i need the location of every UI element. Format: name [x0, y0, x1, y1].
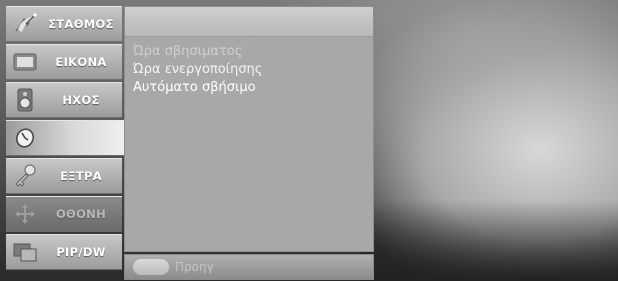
menu-item-label: ΕΞΤΡΑ	[60, 169, 102, 183]
menu-item-screen[interactable]: ΟΘΟΝΗ	[6, 196, 122, 232]
screen-icon	[10, 48, 40, 76]
menu-item-time[interactable]	[6, 120, 126, 156]
submenu-header	[125, 7, 373, 37]
menu-item-sound[interactable]: ΗΧΟΣ	[6, 82, 122, 118]
back-button[interactable]	[133, 259, 169, 275]
satellite-dish-icon	[10, 10, 40, 38]
menu-item-picture[interactable]: ΕΙΚΟΝΑ	[6, 44, 122, 80]
menu-item-pip-dw[interactable]: PIP/DW	[6, 234, 122, 270]
menu-item-label: ΗΧΟΣ	[62, 93, 100, 107]
menu-item-label: PIP/DW	[56, 245, 106, 259]
submenu-footer: Προηγ	[124, 254, 374, 280]
main-menu-sidebar: ΣΤΑΘΜΟΣ ΕΙΚΟΝΑ ΗΧΟΣ ΕΞΤΡΑ ΟΘΟΝΗ PIP/DW	[6, 6, 126, 280]
menu-item-label: ΣΤΑΘΜΟΣ	[48, 17, 114, 31]
menu-item-label: ΟΘΟΝΗ	[55, 207, 107, 221]
menu-item-label: ΕΙΚΟΝΑ	[55, 55, 107, 69]
key-icon	[10, 162, 40, 190]
menu-item-extra[interactable]: ΕΞΤΡΑ	[6, 158, 122, 194]
option-auto-sleep[interactable]: Αυτόματο σβήσιμο	[133, 79, 262, 97]
option-off-time[interactable]: Ώρα σβησιματος	[133, 43, 262, 61]
option-on-time[interactable]: Ώρα ενεργοποίησης	[133, 61, 262, 79]
speaker-icon	[10, 86, 40, 114]
move-arrows-icon	[10, 200, 40, 228]
menu-item-station[interactable]: ΣΤΑΘΜΟΣ	[6, 6, 122, 42]
clock-icon	[10, 124, 40, 152]
submenu-panel: Ώρα σβησιματος Ώρα ενεργοποίησης Αυτόματ…	[124, 6, 374, 252]
submenu-options: Ώρα σβησιματος Ώρα ενεργοποίησης Αυτόματ…	[133, 43, 262, 97]
pip-icon	[10, 238, 40, 266]
back-button-label: Προηγ	[175, 260, 214, 274]
